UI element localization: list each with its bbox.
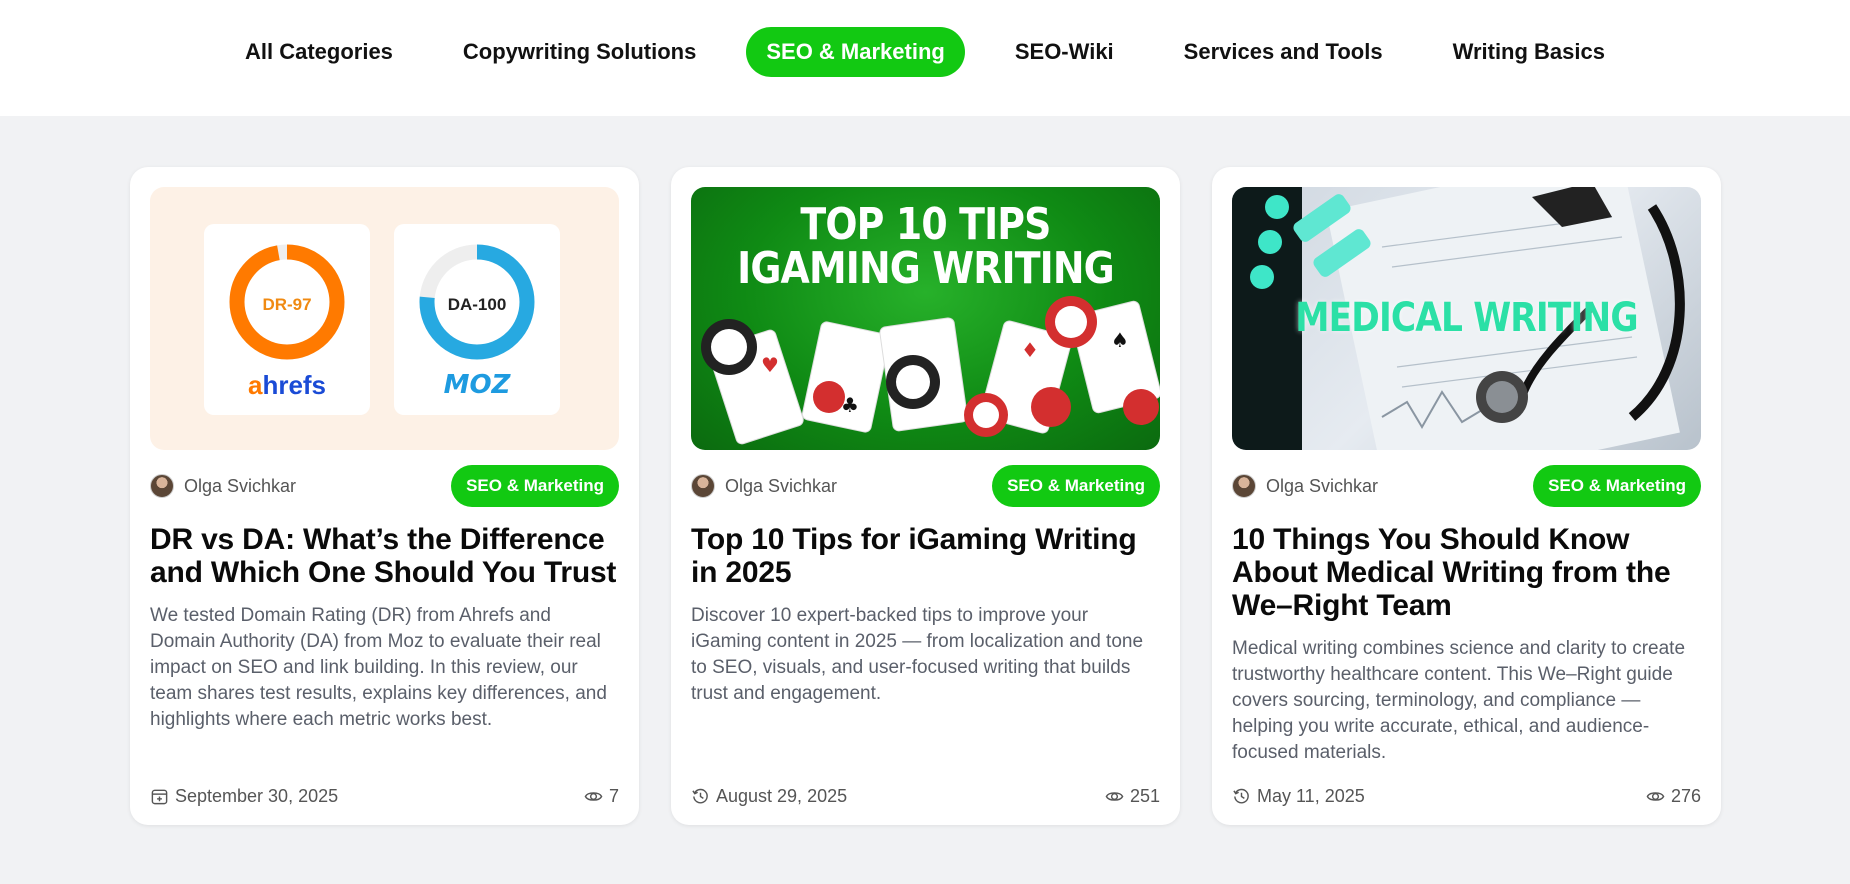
author-name: Olga Svichkar (1266, 475, 1379, 496)
category-tag[interactable]: SEO & Marketing (1533, 465, 1701, 507)
article-thumbnail[interactable]: DR-97 ahrefs DA-100 MOZ (150, 187, 619, 450)
dr-label: DR-97 (262, 295, 312, 314)
category-tag[interactable]: SEO & Marketing (451, 465, 619, 507)
view-count: 276 (1670, 786, 1701, 806)
card-footer: May 11, 2025 276 (1232, 786, 1701, 807)
card-meta: Olga Svichkar SEO & Marketing (1232, 465, 1701, 507)
category-nav: All Categories Copywriting Solutions SEO… (225, 27, 1625, 77)
author-name: Olga Svichkar (725, 475, 838, 496)
avatar (691, 474, 715, 498)
eye-icon (1646, 792, 1665, 801)
card-footer: September 30, 2025 7 (150, 786, 619, 807)
history-icon (1233, 788, 1249, 804)
article-card[interactable]: MEDICAL WRITING Olga Svichkar SEO & Mark… (1212, 167, 1721, 825)
publish-date: August 29, 2025 (716, 786, 848, 806)
card-meta: Olga Svichkar SEO & Marketing (691, 465, 1160, 507)
avatar (150, 474, 174, 498)
article-title[interactable]: 10 Things You Should Know About Medical … (1232, 523, 1701, 622)
article-title[interactable]: Top 10 Tips for iGaming Writing in 2025 (691, 523, 1160, 589)
cards-and-chips-illustration: ♥ ♦ ♣ ♠ (701, 296, 1160, 445)
nav-item-all-categories[interactable]: All Categories (225, 27, 413, 77)
article-card-list: DR-97 ahrefs DA-100 MOZ Olga Svichkar SE… (130, 167, 1721, 825)
calendar-icon (151, 789, 168, 805)
category-nav-bar: All Categories Copywriting Solutions SEO… (0, 0, 1850, 116)
view-count: 7 (608, 786, 619, 806)
author[interactable]: Olga Svichkar (150, 474, 296, 498)
svg-text:♥: ♥ (761, 353, 779, 377)
nav-item-services-and-tools[interactable]: Services and Tools (1164, 27, 1403, 77)
publish-date: September 30, 2025 (175, 786, 339, 806)
avatar (1232, 474, 1256, 498)
nav-item-seo-marketing[interactable]: SEO & Marketing (746, 27, 965, 77)
article-excerpt: Discover 10 expert-backed tips to improv… (691, 605, 1144, 704)
article-card[interactable]: TOP 10 TIPS IGAMING WRITING ♥ ♦ ♣ ♠ Olga… (671, 167, 1180, 825)
ahrefs-logo: ahrefs (247, 370, 327, 400)
author-name: Olga Svichkar (184, 475, 297, 496)
nav-item-writing-basics[interactable]: Writing Basics (1433, 27, 1625, 77)
category-tag[interactable]: SEO & Marketing (992, 465, 1160, 507)
card-footer: August 29, 2025 251 (691, 786, 1160, 807)
article-excerpt: We tested Domain Rating (DR) from Ahrefs… (150, 605, 607, 730)
article-thumbnail[interactable]: TOP 10 TIPS IGAMING WRITING ♥ ♦ ♣ ♠ (691, 187, 1160, 450)
article-title[interactable]: DR vs DA: What’s the Difference and Whic… (150, 523, 619, 589)
view-count: 251 (1129, 786, 1160, 806)
author[interactable]: Olga Svichkar (1232, 474, 1378, 498)
card-meta: Olga Svichkar SEO & Marketing (150, 465, 619, 507)
eye-icon (584, 792, 603, 801)
svg-text:♠: ♠ (1111, 328, 1129, 352)
moz-logo: MOZ (443, 370, 511, 400)
moz-metric-box: DA-100 MOZ (394, 224, 560, 415)
da-label: DA-100 (447, 295, 507, 314)
author[interactable]: Olga Svichkar (691, 474, 837, 498)
nav-item-seo-wiki[interactable]: SEO-Wiki (995, 27, 1134, 77)
publish-date: May 11, 2025 (1257, 786, 1365, 806)
eye-icon (1105, 792, 1124, 801)
thumbnail-headline: MEDICAL WRITING (1295, 295, 1638, 341)
svg-text:♦: ♦ (1021, 338, 1039, 362)
ahrefs-metric-box: DR-97 ahrefs (204, 224, 370, 415)
history-icon (692, 788, 708, 804)
article-thumbnail[interactable]: MEDICAL WRITING (1232, 187, 1701, 450)
nav-item-copywriting-solutions[interactable]: Copywriting Solutions (443, 27, 716, 77)
article-card[interactable]: DR-97 ahrefs DA-100 MOZ Olga Svichkar SE… (130, 167, 639, 825)
article-excerpt: Medical writing combines science and cla… (1232, 638, 1686, 763)
